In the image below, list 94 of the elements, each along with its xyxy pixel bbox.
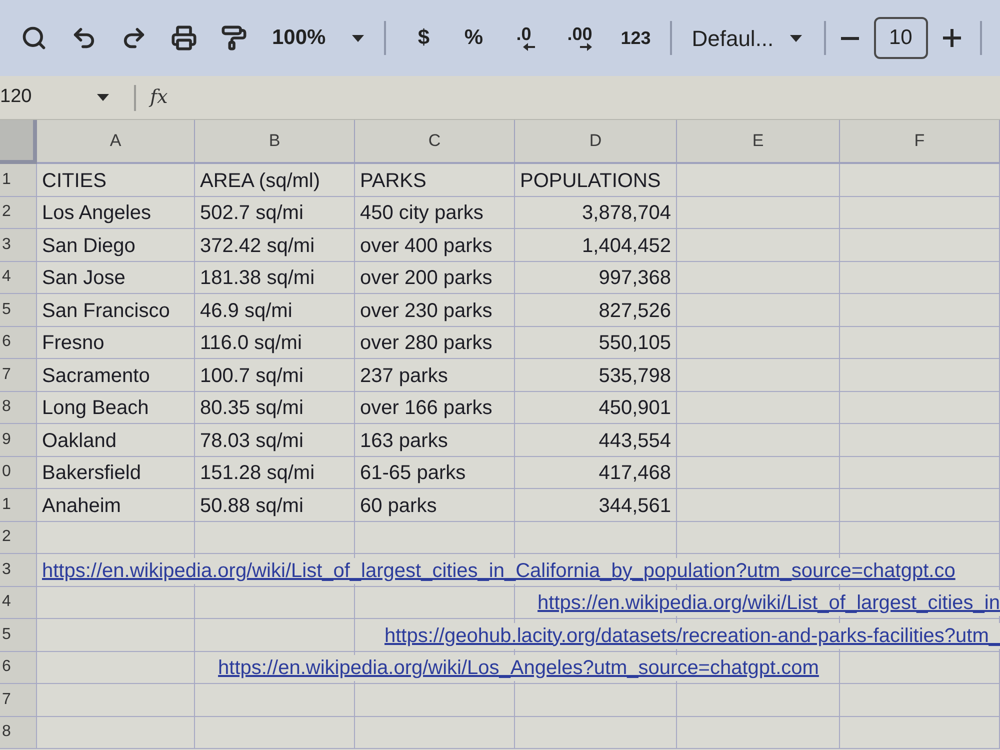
table-cell: 60 parks xyxy=(355,489,515,522)
link[interactable]: https://en.wikipedia.org/wiki/List_of_largest_cities_in xyxy=(538,590,1000,616)
table-cell: Los Angeles xyxy=(37,196,195,229)
column-header[interactable]: C xyxy=(355,120,515,164)
table-cell: over 200 parks xyxy=(355,262,515,294)
arrow-left-icon xyxy=(522,43,535,51)
currency-format-button[interactable]: $ xyxy=(402,16,446,60)
row-number[interactable]: 8 xyxy=(0,392,37,424)
row-number[interactable]: 2 xyxy=(0,522,37,554)
table-cell: over 400 parks xyxy=(355,229,515,262)
table-cell: 450 city parks xyxy=(355,196,515,229)
table-cell: 46.9 sq/mi xyxy=(195,294,355,326)
table-cell: 3,878,704 xyxy=(515,196,677,229)
redo-icon xyxy=(121,25,147,51)
table-cell: 1,404,452 xyxy=(515,229,677,262)
table-cell: 344,561 xyxy=(515,489,677,522)
table-cell: Bakersfield xyxy=(37,456,195,489)
zoom-dropdown[interactable]: 100% xyxy=(264,16,372,60)
row-number[interactable]: 6 xyxy=(0,652,37,684)
header-cell: AREA (sq/ml) xyxy=(195,164,355,196)
table-cell: Fresno xyxy=(37,326,195,359)
caret-icon xyxy=(790,34,802,42)
name-box[interactable]: 120 xyxy=(0,80,120,114)
table-cell: 151.28 sq/mi xyxy=(195,456,355,489)
table-cell: 827,526 xyxy=(515,294,677,326)
table-cell: over 230 parks xyxy=(355,294,515,326)
table-cell: 417,468 xyxy=(515,456,677,489)
table-cell: San Diego xyxy=(37,229,195,262)
table-cell: 450,901 xyxy=(515,392,677,424)
row-number[interactable]: 6 xyxy=(0,326,37,359)
row-number[interactable]: 5 xyxy=(0,294,37,326)
column-header[interactable]: B xyxy=(195,120,355,164)
table-cell: 535,798 xyxy=(515,359,677,392)
table-cell: over 166 parks xyxy=(355,392,515,424)
font-size-field[interactable]: 10 xyxy=(874,17,928,59)
table-cell: San Francisco xyxy=(37,294,195,326)
row-number[interactable]: 8 xyxy=(0,716,37,749)
table-cell: 61-65 parks xyxy=(355,456,515,489)
table-cell: Anaheim xyxy=(37,489,195,522)
column-header[interactable]: F xyxy=(840,120,1000,164)
table-cell: 116.0 sq/mi xyxy=(195,326,355,359)
row-number[interactable]: 0 xyxy=(0,456,37,489)
font-dropdown[interactable]: Defaul... xyxy=(684,16,810,60)
link[interactable]: https://en.wikipedia.org/wiki/List_of_largest_cities_in_California_by_population?utm_source=chatgpt.co xyxy=(42,558,956,584)
table-cell: Sacramento xyxy=(37,359,195,392)
table-cell: 163 parks xyxy=(355,424,515,456)
column-header[interactable]: A xyxy=(37,120,195,164)
row-number[interactable]: 4 xyxy=(0,586,37,619)
number-format-button[interactable]: 123 xyxy=(612,16,660,60)
table-cell: over 280 parks xyxy=(355,326,515,359)
table-cell: 80.35 sq/mi xyxy=(195,392,355,424)
link[interactable]: https://geohub.lacity.org/datasets/recreation-and-parks-facilities?utm_ xyxy=(384,622,1000,648)
row-number[interactable]: 1 xyxy=(0,164,37,196)
row-number[interactable]: 5 xyxy=(0,619,37,652)
search-icon xyxy=(21,25,47,51)
row-number[interactable]: 7 xyxy=(0,684,37,716)
table-cell: 550,105 xyxy=(515,326,677,359)
table-cell: 50.88 sq/mi xyxy=(195,489,355,522)
row-number[interactable]: 3 xyxy=(0,554,37,586)
increase-decimal-button[interactable]: .00 xyxy=(558,16,602,60)
link[interactable]: https://en.wikipedia.org/wiki/Los_Angeles?utm_source=chatgpt.com xyxy=(218,655,819,681)
table-cell: 100.7 sq/mi xyxy=(195,359,355,392)
row-number[interactable]: 1 xyxy=(0,489,37,522)
table-cell: San Jose xyxy=(37,262,195,294)
undo-icon xyxy=(71,25,97,51)
print-icon xyxy=(171,25,197,51)
column-header[interactable]: D xyxy=(515,120,677,164)
column-header[interactable]: E xyxy=(677,120,840,164)
row-number[interactable]: 3 xyxy=(0,229,37,262)
table-cell: Long Beach xyxy=(37,392,195,424)
minus-icon xyxy=(840,36,859,40)
table-cell: 997,368 xyxy=(515,262,677,294)
row-number[interactable]: 7 xyxy=(0,359,37,392)
paint-format-icon xyxy=(221,25,247,51)
caret-icon xyxy=(97,94,109,101)
row-number[interactable]: 9 xyxy=(0,424,37,456)
header-cell: CITIES xyxy=(37,164,195,196)
header-cell: PARKS xyxy=(355,164,515,196)
table-cell: 372.42 sq/mi xyxy=(195,229,355,262)
table-cell: 237 parks xyxy=(355,359,515,392)
table-cell: 443,554 xyxy=(515,424,677,456)
table-cell: 181.38 sq/mi xyxy=(195,262,355,294)
row-number[interactable]: 2 xyxy=(0,196,37,229)
row-number[interactable]: 4 xyxy=(0,262,37,294)
decrease-decimal-button[interactable]: .0 xyxy=(502,16,546,60)
header-cell: POPULATIONS xyxy=(515,164,677,196)
table-cell: 78.03 sq/mi xyxy=(195,424,355,456)
table-cell: 502.7 sq/mi xyxy=(195,196,355,229)
percent-format-button[interactable]: % xyxy=(452,16,496,60)
arrow-right-icon xyxy=(580,43,592,51)
table-cell: Oakland xyxy=(37,424,195,456)
function-label: fx xyxy=(150,85,168,110)
plus-icon xyxy=(942,29,961,47)
caret-icon xyxy=(352,34,364,42)
